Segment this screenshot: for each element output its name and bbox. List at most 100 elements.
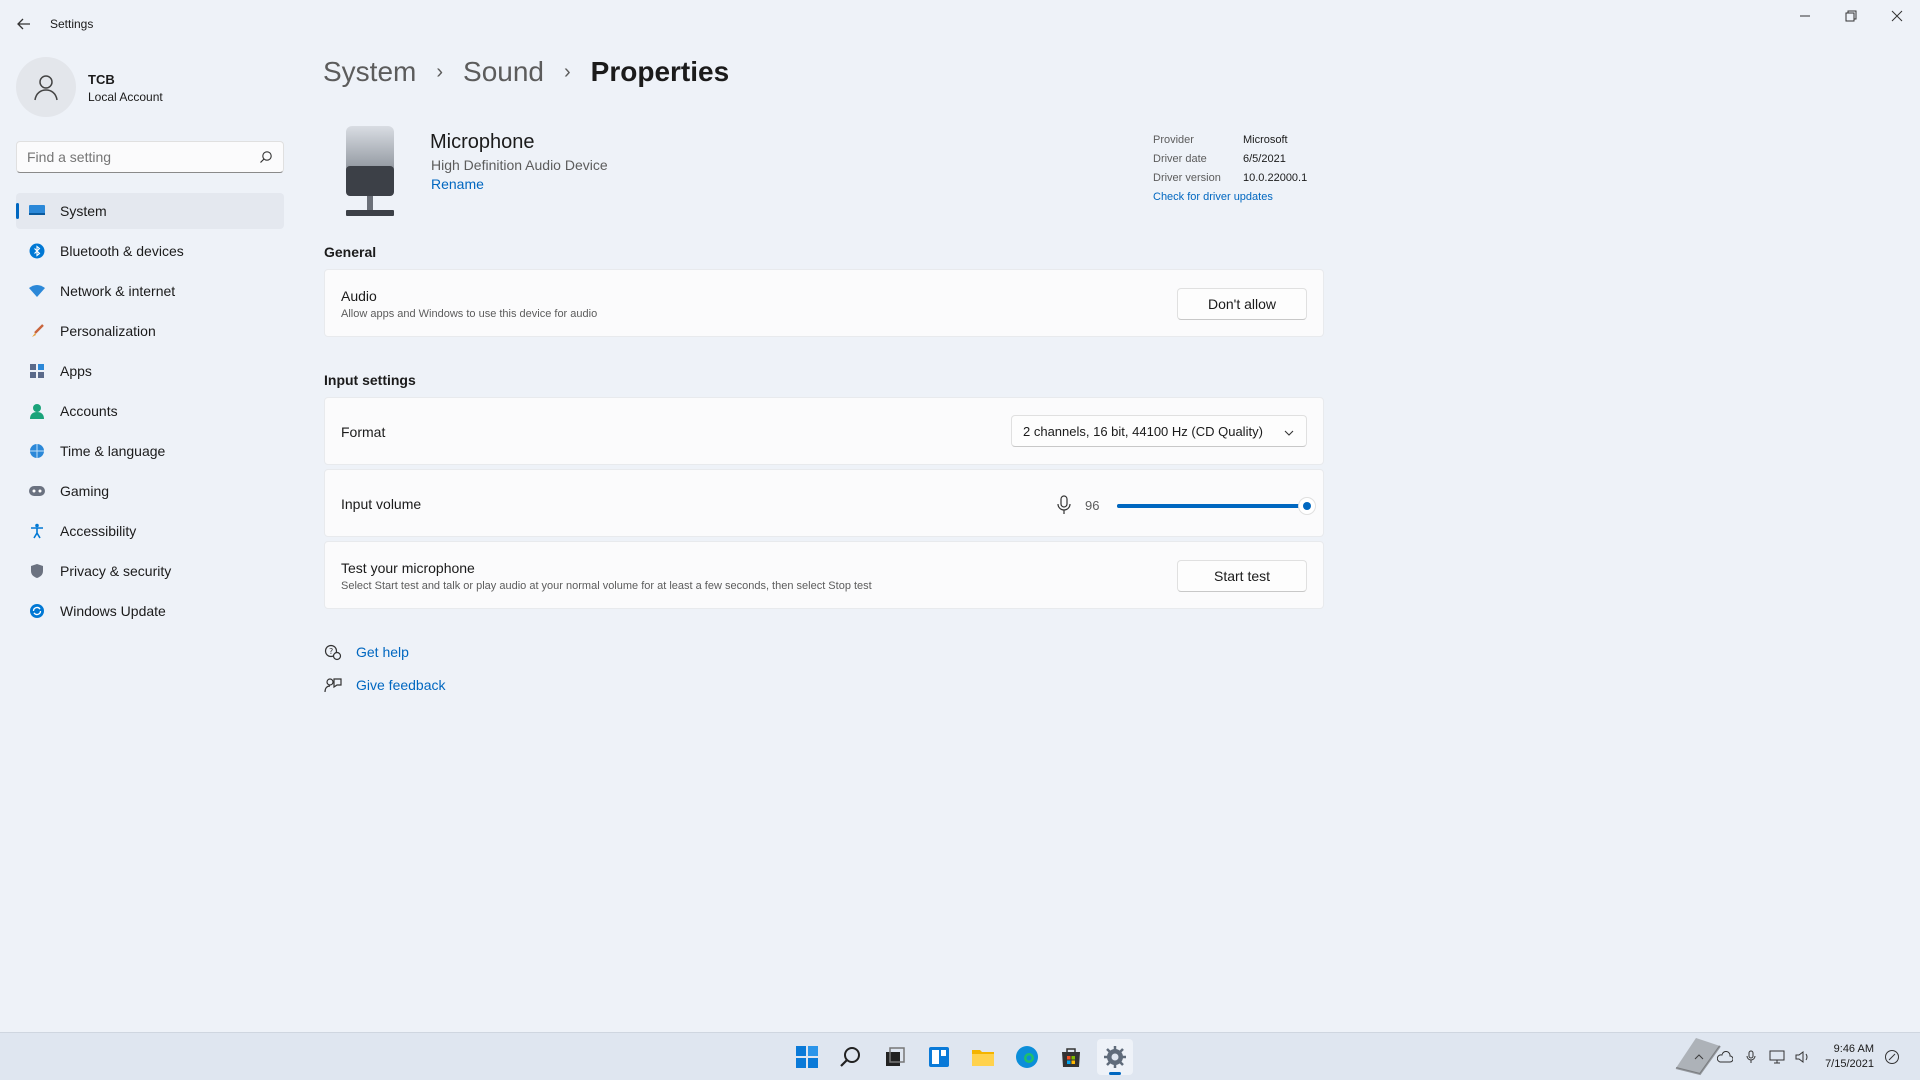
user-profile[interactable]: TCB Local Account <box>16 57 276 117</box>
audio-card: Audio Allow apps and Windows to use this… <box>324 269 1324 337</box>
update-icon <box>28 602 46 620</box>
breadcrumb-system[interactable]: System <box>323 56 416 88</box>
search-icon[interactable] <box>833 1039 869 1075</box>
sidebar-item-label: Windows Update <box>60 603 166 619</box>
format-dropdown[interactable]: 2 channels, 16 bit, 44100 Hz (CD Quality… <box>1011 415 1307 447</box>
sidebar-item-label: Bluetooth & devices <box>60 243 184 259</box>
sidebar-item-system[interactable]: System <box>16 193 284 229</box>
accounts-icon <box>28 402 46 420</box>
general-heading: General <box>324 244 377 260</box>
title-bar: Settings <box>0 0 1920 48</box>
dont-allow-button[interactable]: Don't allow <box>1177 288 1307 320</box>
brush-icon <box>28 322 46 340</box>
chevron-down-icon <box>1284 426 1294 436</box>
slider-fill <box>1117 504 1307 508</box>
get-help-link[interactable]: Get help <box>356 644 409 660</box>
breadcrumb: System › Sound › Properties <box>323 56 729 88</box>
notification-icon[interactable] <box>1884 1049 1900 1065</box>
search-box[interactable] <box>16 141 284 173</box>
sidebar-item-label: Personalization <box>60 323 156 339</box>
sidebar-item-label: Network & internet <box>60 283 176 299</box>
input-settings-heading: Input settings <box>324 372 416 388</box>
settings-icon[interactable] <box>1097 1039 1133 1075</box>
accessibility-icon <box>28 522 46 540</box>
sidebar-item-label: Gaming <box>60 483 110 499</box>
driver-version-label: Driver version <box>1153 172 1221 184</box>
input-volume-slider[interactable] <box>1117 497 1316 515</box>
help-icon: ? <box>324 643 342 661</box>
device-name: Microphone <box>430 131 535 153</box>
format-card: Format 2 channels, 16 bit, 44100 Hz (CD … <box>324 397 1324 465</box>
taskbar: 9:46 AM 7/15/2021 <box>0 1032 1920 1080</box>
sidebar-item-label: Privacy & security <box>60 563 172 579</box>
sidebar-item-personalization[interactable]: Personalization <box>16 313 284 349</box>
widgets-icon[interactable] <box>921 1039 957 1075</box>
give-feedback-link[interactable]: Give feedback <box>356 677 446 693</box>
avatar <box>16 57 76 117</box>
chevron-right-icon: › <box>564 60 571 83</box>
search-input[interactable] <box>27 148 247 166</box>
sidebar-item-bluetooth[interactable]: Bluetooth & devices <box>16 233 284 269</box>
breadcrumb-sound[interactable]: Sound <box>463 56 544 88</box>
microphone-device-icon <box>343 126 397 218</box>
rename-link[interactable]: Rename <box>431 176 484 192</box>
input-volume-card: Input volume 96 <box>324 469 1324 537</box>
search-icon[interactable] <box>259 150 273 164</box>
edge-icon[interactable] <box>1009 1039 1045 1075</box>
sidebar-item-label: Time & language <box>60 443 166 459</box>
user-name: TCB <box>88 72 115 87</box>
provider-value: Microsoft <box>1243 134 1288 146</box>
give-feedback-row[interactable]: Give feedback <box>324 676 446 694</box>
format-value: 2 channels, 16 bit, 44100 Hz (CD Quality… <box>1023 424 1263 439</box>
driver-date-label: Driver date <box>1153 153 1207 165</box>
back-arrow-icon[interactable] <box>14 14 34 34</box>
book-logo-icon <box>1675 1038 1721 1076</box>
sidebar-item-accessibility[interactable]: Accessibility <box>16 513 284 549</box>
taskbar-apps <box>789 1039 1141 1075</box>
sidebar-item-apps[interactable]: Apps <box>16 353 284 389</box>
sidebar-item-label: Apps <box>60 363 92 379</box>
minimize-button[interactable] <box>1782 6 1828 26</box>
close-button[interactable] <box>1874 6 1920 26</box>
sidebar-item-privacy-security[interactable]: Privacy & security <box>16 553 284 589</box>
start-test-button[interactable]: Start test <box>1177 560 1307 592</box>
sidebar-item-network[interactable]: Network & internet <box>16 273 284 309</box>
globe-icon <box>28 442 46 460</box>
network-icon <box>28 282 46 300</box>
task-view-icon[interactable] <box>877 1039 913 1075</box>
page-title: Properties <box>590 56 730 87</box>
restore-button[interactable] <box>1828 6 1874 26</box>
provider-label: Provider <box>1153 134 1194 146</box>
sidebar-item-gaming[interactable]: Gaming <box>16 473 284 509</box>
shield-icon <box>28 562 46 580</box>
app-title: Settings <box>50 17 94 31</box>
store-icon[interactable] <box>1053 1039 1089 1075</box>
apps-icon <box>28 362 46 380</box>
input-volume-value: 96 <box>1085 498 1100 513</box>
audio-description: Allow apps and Windows to use this devic… <box>341 308 598 320</box>
sidebar-item-windows-update[interactable]: Windows Update <box>16 593 284 629</box>
sidebar-nav: System Bluetooth & devices Network & int… <box>16 193 284 633</box>
chevron-right-icon: › <box>436 60 444 83</box>
sidebar-item-accounts[interactable]: Accounts <box>16 393 284 429</box>
check-driver-updates-link[interactable]: Check for driver updates <box>1153 191 1273 210</box>
driver-date-value: 6/5/2021 <box>1243 153 1286 165</box>
account-type: Local Account <box>88 90 163 104</box>
driver-info: Provider Microsoft Driver date 6/5/2021 Dr… <box>1153 134 1307 210</box>
slider-thumb[interactable] <box>1298 497 1316 515</box>
system-icon <box>28 202 46 220</box>
svg-text:?: ? <box>329 647 333 656</box>
test-microphone-title: Test your microphone <box>341 560 475 576</box>
sidebar-item-label: Accounts <box>60 403 118 419</box>
input-volume-control: 96 <box>1055 485 1316 525</box>
watermark-logo <box>1668 1030 1858 1076</box>
get-help-row[interactable]: ? Get help <box>324 643 409 661</box>
sidebar-item-time-language[interactable]: Time & language <box>16 433 284 469</box>
test-microphone-description: Select Start test and talk or play audio… <box>341 580 872 592</box>
microphone-icon[interactable] <box>1055 495 1073 515</box>
file-explorer-icon[interactable] <box>965 1039 1001 1075</box>
test-microphone-card: Test your microphone Select Start test a… <box>324 541 1324 609</box>
device-subtitle: High Definition Audio Device <box>431 157 608 173</box>
start-icon[interactable] <box>789 1039 825 1075</box>
bluetooth-icon <box>28 242 46 260</box>
